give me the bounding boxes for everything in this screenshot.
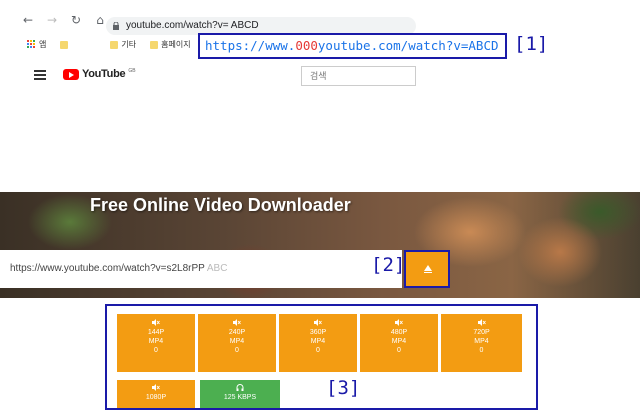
- youtube-header: YouTube GB 검색: [0, 58, 640, 92]
- bookmark-other[interactable]: 기타: [110, 39, 136, 50]
- muted-speaker-icon: [395, 319, 403, 326]
- format-size: 0: [397, 347, 401, 354]
- video-url-input[interactable]: https://www.youtube.com/watch?v=s2L8rPP …: [0, 250, 402, 288]
- format-360p-button[interactable]: 360P MP4 0: [279, 314, 357, 372]
- annotation-label-2: [2]: [371, 254, 406, 276]
- format-type: MP4: [391, 338, 407, 345]
- muted-speaker-icon: [477, 319, 486, 326]
- format-res: 360P: [309, 329, 327, 336]
- page-title: Free Online Video Downloader: [90, 195, 351, 215]
- format-144p-button[interactable]: 144P MP4 0: [117, 314, 195, 372]
- muted-speaker-icon: [152, 384, 160, 391]
- format-res: 1080P: [145, 394, 167, 401]
- url-prefix: https://www.: [205, 38, 296, 53]
- format-res: 240P: [228, 329, 246, 336]
- browser-nav: ← → ↻ ⌂: [22, 14, 106, 26]
- folder-icon: [110, 40, 119, 49]
- video-url-value: https://www.youtube.com/watch?v=s2L8rPP: [10, 263, 205, 274]
- format-res: 480P: [390, 329, 408, 336]
- folder-icon[interactable]: [60, 40, 69, 49]
- annotation-label-3: [3]: [326, 377, 361, 399]
- back-icon[interactable]: ←: [22, 14, 34, 26]
- url-inserted-text: 000: [295, 38, 318, 53]
- muted-speaker-icon: [152, 319, 160, 326]
- format-res: 720P: [473, 329, 490, 336]
- format-type: MP4: [229, 338, 245, 345]
- annotation-label-1: [1]: [514, 33, 549, 55]
- reload-icon[interactable]: ↻: [70, 14, 82, 26]
- annotated-url-box: https://www.000youtube.com/watch?v=ABCD: [198, 33, 507, 59]
- bookmark-apps-label: 앱: [39, 40, 47, 49]
- format-1080p-button[interactable]: 1080P: [117, 380, 195, 408]
- format-size: 0: [316, 347, 320, 354]
- format-res: 125 KBPS: [223, 394, 257, 401]
- bookmark-homepage-label: 홈페이지: [161, 40, 191, 49]
- format-type: MP4: [310, 338, 326, 345]
- download-arrow-icon: [424, 265, 432, 273]
- format-type: MP4: [148, 338, 164, 345]
- youtube-play-icon: [63, 68, 79, 80]
- format-480p-button[interactable]: 480P MP4 0: [360, 314, 438, 372]
- format-type: MP4: [474, 338, 489, 345]
- bookmark-apps[interactable]: 앱: [27, 39, 46, 50]
- youtube-logo[interactable]: YouTube GB: [63, 68, 136, 80]
- muted-speaker-icon: [314, 319, 322, 326]
- menu-icon[interactable]: [34, 70, 46, 80]
- format-res: 144P: [147, 329, 165, 336]
- format-size: 0: [235, 347, 239, 354]
- region-code: GB: [128, 68, 136, 74]
- forward-icon[interactable]: →: [46, 14, 58, 26]
- video-url-faded: ABC: [206, 263, 228, 274]
- download-button[interactable]: [404, 250, 450, 288]
- address-bar-text: youtube.com/watch?v= ABCD: [126, 20, 259, 31]
- muted-speaker-icon: [233, 319, 241, 326]
- format-720p-button[interactable]: 720P MP4 0: [441, 314, 522, 372]
- headphones-icon: [236, 384, 244, 391]
- lock-icon: [113, 22, 119, 30]
- search-input[interactable]: 검색: [301, 66, 416, 86]
- bookmark-homepage[interactable]: 홈페이지: [150, 39, 191, 50]
- format-240p-button[interactable]: 240P MP4 0: [198, 314, 276, 372]
- format-size: 0: [154, 347, 158, 354]
- format-size: 0: [479, 347, 484, 354]
- bookmarks-bar: 앱 기타 홈페이지: [27, 39, 191, 50]
- bookmark-other-label: 기타: [121, 40, 137, 49]
- apps-icon: [27, 40, 36, 49]
- youtube-logo-text: YouTube: [82, 68, 126, 80]
- home-icon[interactable]: ⌂: [94, 14, 106, 26]
- folder-icon: [150, 40, 159, 49]
- url-suffix: youtube.com/watch?v=ABCD: [317, 38, 499, 53]
- format-audio-button[interactable]: 125 KBPS: [200, 380, 280, 408]
